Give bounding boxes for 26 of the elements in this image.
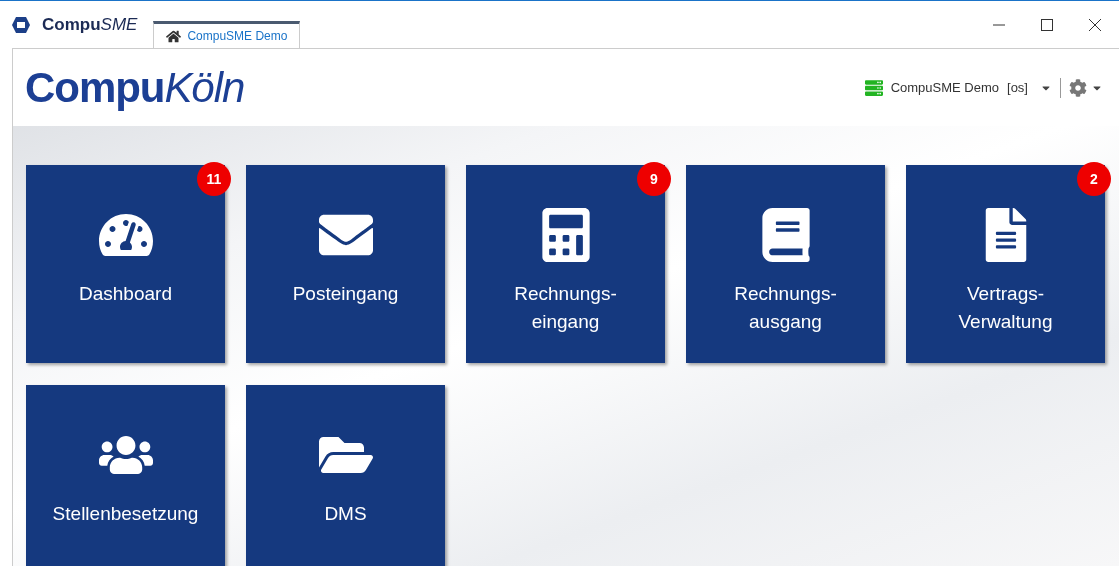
module-tile[interactable]: Posteingang bbox=[246, 165, 445, 363]
home-icon bbox=[166, 28, 182, 44]
tile-label: Posteingang bbox=[292, 282, 399, 306]
brand-logo: CompuKöln bbox=[25, 63, 245, 113]
app-logo-icon bbox=[12, 17, 30, 33]
tile-label: Stellenbesetzung bbox=[52, 502, 199, 526]
tile-label: Rechnungs- ausgang bbox=[734, 282, 837, 334]
settings-icon bbox=[1069, 78, 1087, 97]
app-title: CompuSME bbox=[42, 14, 138, 37]
tile-label: Dashboard bbox=[79, 282, 172, 306]
notification-badge: 2 bbox=[1077, 162, 1111, 196]
module-tile[interactable]: DMS bbox=[246, 385, 445, 566]
tile-label: DMS bbox=[324, 502, 367, 526]
notification-badge: 9 bbox=[637, 162, 671, 196]
close-icon bbox=[1089, 19, 1101, 31]
tile-label: Vertrags- Verwaltung bbox=[958, 282, 1053, 334]
module-tile[interactable]: Rechnungs- ausgang bbox=[686, 165, 885, 363]
database-icon bbox=[864, 78, 883, 97]
tab[interactable]: CompuSME Demo bbox=[153, 21, 301, 48]
settings-button[interactable] bbox=[1069, 78, 1103, 97]
notification-badge: 11 bbox=[197, 162, 231, 196]
maximize-icon bbox=[1041, 19, 1053, 31]
database-suffix: [os] bbox=[1007, 78, 1028, 97]
module-tile[interactable]: Stellenbesetzung bbox=[26, 385, 225, 566]
database-name: CompuSME Demo bbox=[890, 78, 1000, 97]
tile-label: Rechnungs- eingang bbox=[514, 282, 617, 334]
